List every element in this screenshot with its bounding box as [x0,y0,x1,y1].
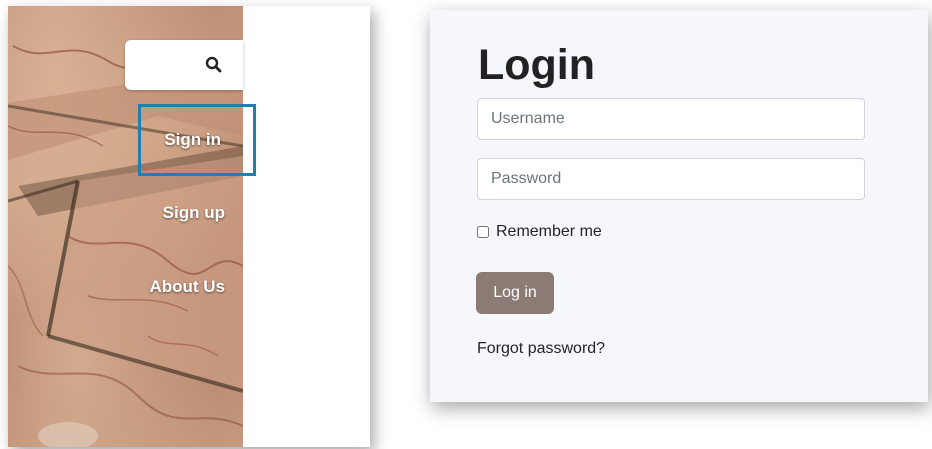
nav-item-sign-in-label: Sign in [164,130,221,149]
remember-me-label: Remember me [496,223,602,240]
page-title: Login [478,41,596,89]
nav-item-sign-up[interactable]: Sign up [140,203,225,223]
login-button[interactable]: Log in [476,272,554,314]
search-bar[interactable] [125,40,243,90]
username-input[interactable] [477,98,865,140]
search-icon[interactable] [204,55,224,75]
password-input[interactable] [477,158,865,200]
nav-item-about-us[interactable]: About Us [120,277,225,297]
remember-me-row[interactable]: Remember me [477,223,602,241]
nav-item-sign-in[interactable]: Sign in [138,104,256,176]
nav-item-about-us-label: About Us [149,277,225,296]
forgot-password-link[interactable]: Forgot password? [477,340,605,358]
login-panel: Login Remember me Log in Forgot password… [430,10,928,402]
remember-me-checkbox[interactable] [477,226,489,238]
nav-item-sign-up-label: Sign up [162,203,225,222]
